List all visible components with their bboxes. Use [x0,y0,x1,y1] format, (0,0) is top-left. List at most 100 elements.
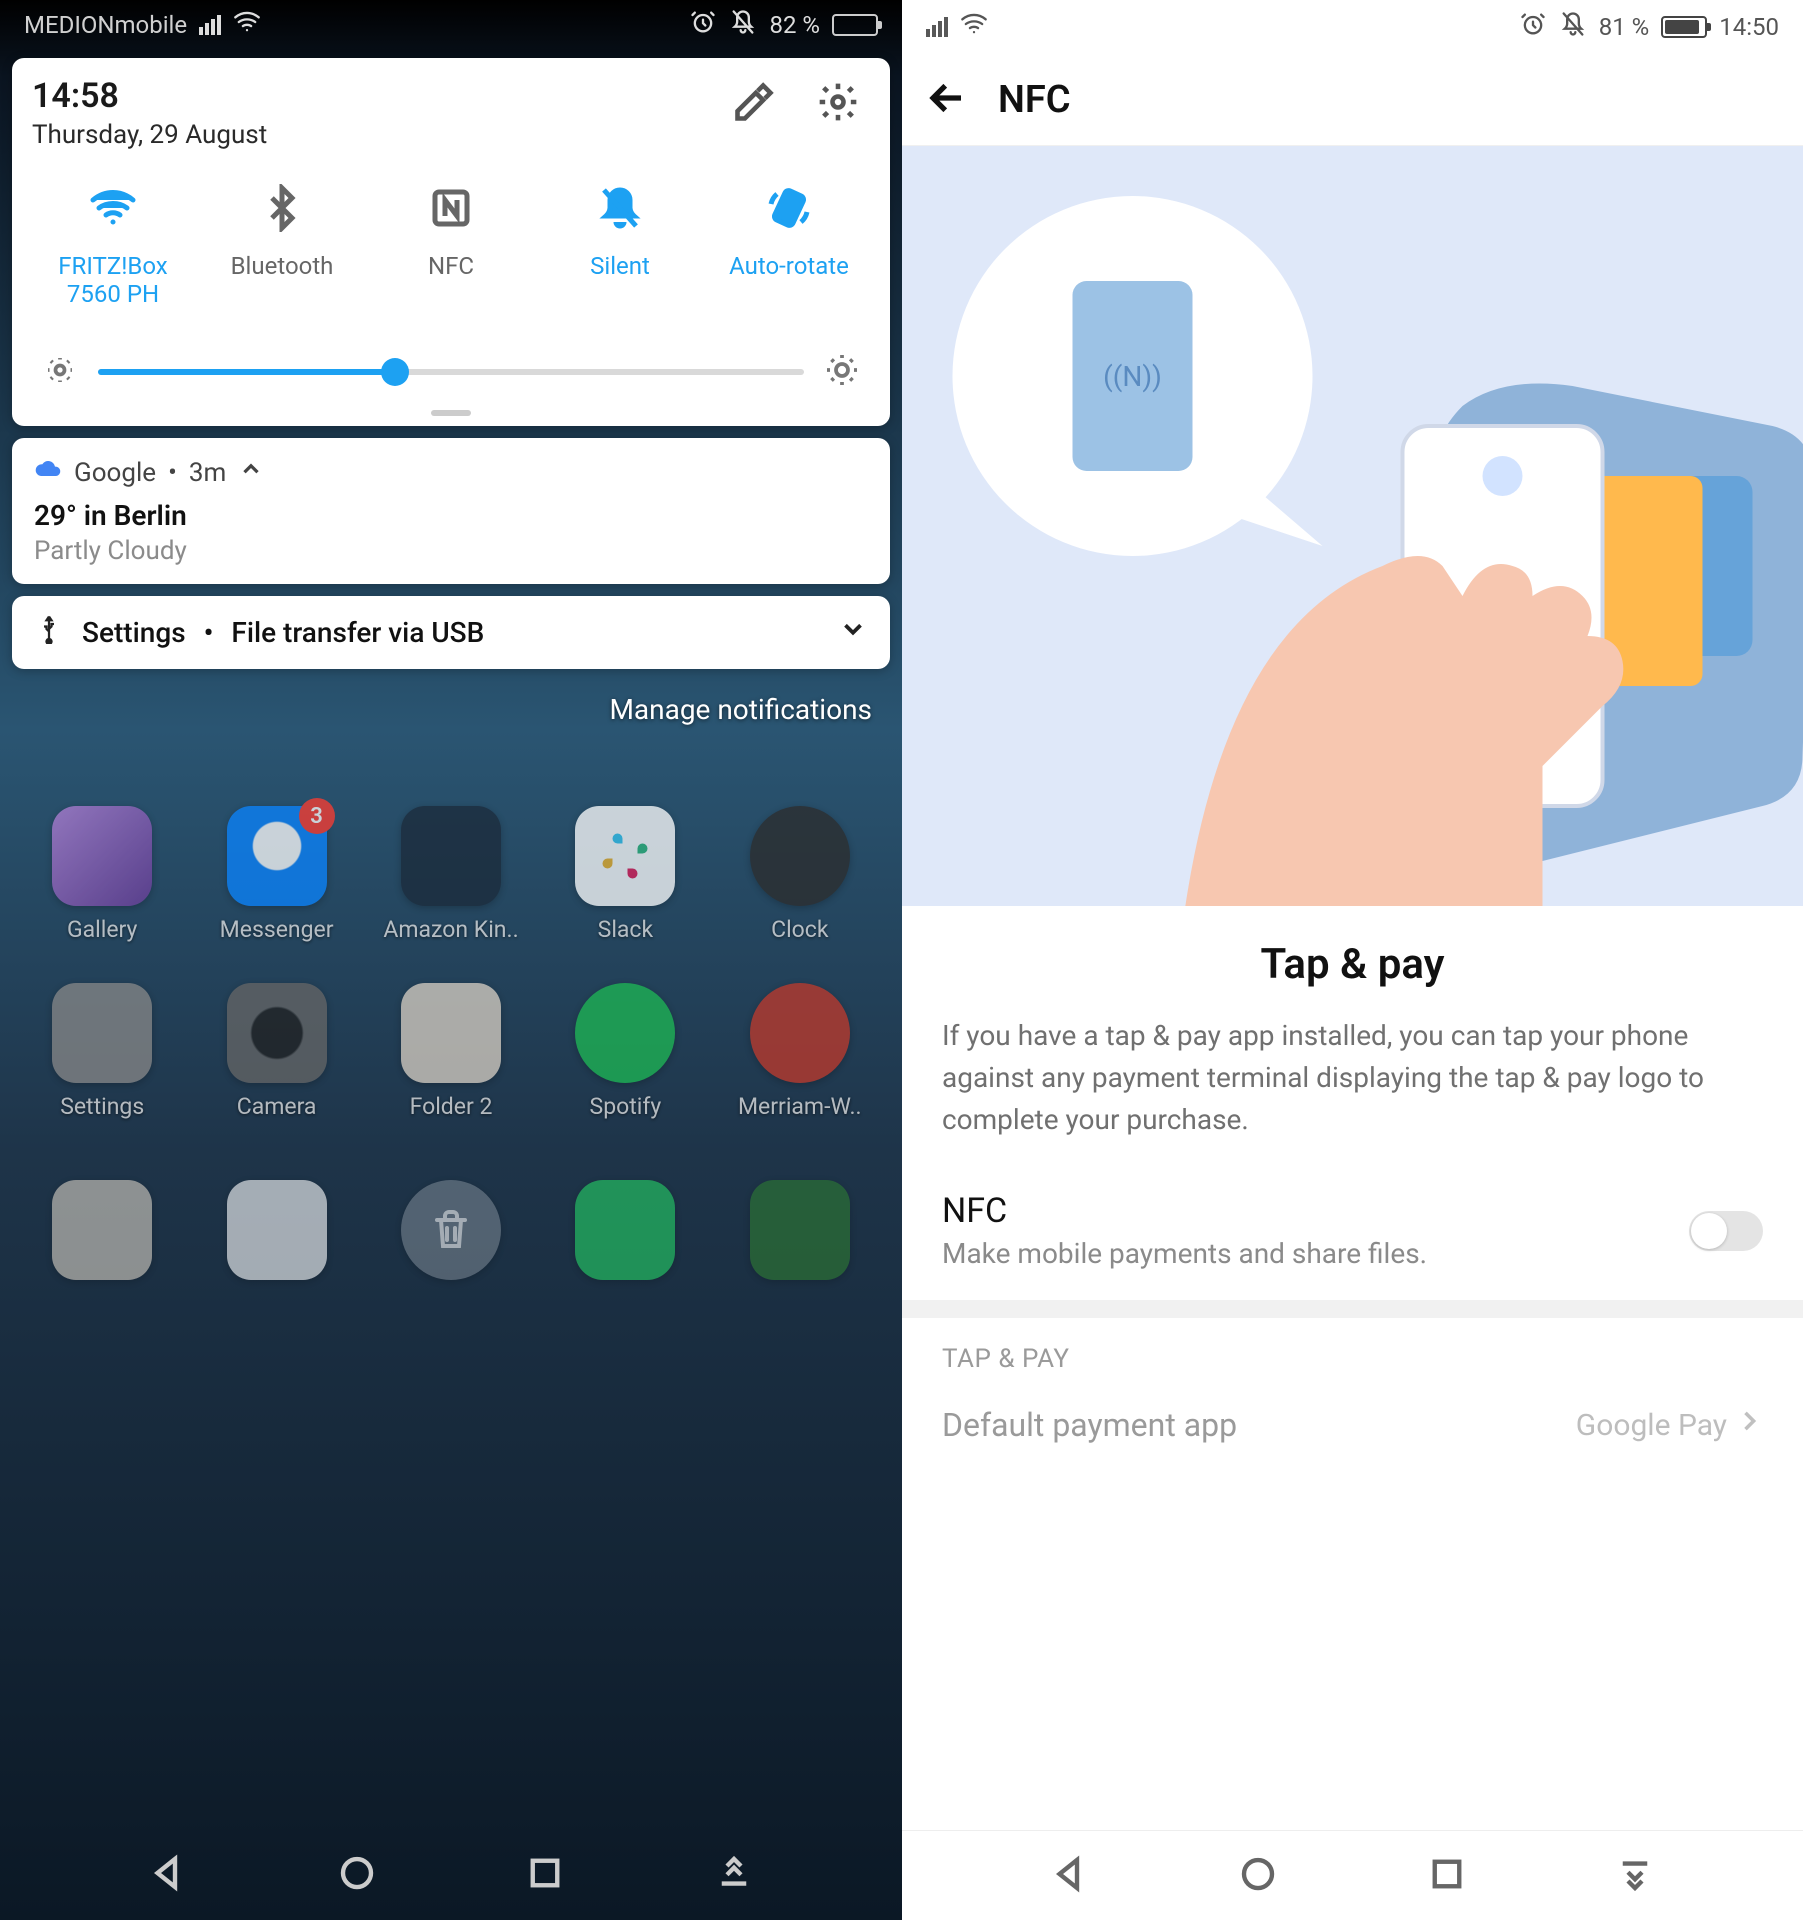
notification-usb[interactable]: Settings • File transfer via USB [12,596,890,669]
default-app-value: Google Pay [1576,1408,1727,1443]
chevron-right-icon [1735,1407,1763,1443]
carrier-label: MEDIONmobile [24,11,187,39]
app-clock[interactable]: Clock [718,806,882,943]
clock: 14:50 [1719,13,1779,41]
nfc-toggle-row[interactable]: NFC Make mobile payments and share files… [902,1181,1803,1300]
app-icon [750,806,850,906]
dock-play-store[interactable] [194,1180,358,1280]
app-camera[interactable]: Camera [194,983,358,1120]
dock-folder-google[interactable] [20,1180,184,1280]
cellular-signal-icon [926,17,948,37]
app-label: Slack [598,916,653,943]
toggle-silent[interactable]: Silent [545,182,695,308]
app-icon [52,1180,152,1280]
nav-collapse[interactable] [713,1852,755,1898]
tap-pay-illustration: ((N)) [902,146,1803,906]
app-label: Folder 2 [410,1093,493,1120]
quicksettings-panel[interactable]: 14:58 Thursday, 29 August FRITZ!Box 7560… [12,58,890,426]
qs-date: Thursday, 29 August [32,120,267,150]
nfc-subtitle: Make mobile payments and share files. [942,1237,1427,1270]
app-icon [575,806,675,906]
default-payment-app-row[interactable]: Default payment app Google Pay [902,1390,1803,1474]
app-icon [227,1180,327,1280]
brightness-fill [98,369,395,375]
app-folder2[interactable]: Folder 2 [369,983,533,1120]
toggle-thumb [1691,1213,1727,1249]
battery-icon [1661,16,1707,38]
nav-expand[interactable] [1614,1853,1656,1899]
chevron-down-icon[interactable] [838,614,868,651]
toggle-wifi-label: FRITZ!Box 7560 PH [38,252,188,308]
nav-home[interactable] [336,1852,378,1898]
nav-recent[interactable] [1426,1853,1468,1899]
toggle-wifi[interactable]: FRITZ!Box 7560 PH [38,182,188,308]
trash-icon [401,1180,501,1280]
bullet: • [204,616,214,649]
app-icon [750,1180,850,1280]
manage-notifications-link[interactable]: Manage notifications [0,669,902,726]
page-title: NFC [998,78,1071,122]
app-label: Amazon Kin.. [383,916,518,943]
wifi-icon [960,10,988,44]
chevron-up-icon[interactable] [238,456,264,489]
back-button[interactable] [926,77,968,123]
toggle-silent-label: Silent [590,252,650,280]
app-label: Settings [60,1093,144,1120]
app-label: Gallery [67,916,137,943]
app-gallery[interactable]: Gallery [20,806,184,943]
nav-recent[interactable] [524,1852,566,1898]
nav-back[interactable] [1049,1853,1091,1899]
toggle-autorotate[interactable]: Auto-rotate [714,182,864,308]
svg-text:((N)): ((N)) [1103,360,1162,393]
statusbar: 81 % 14:50 [902,0,1803,54]
home-grid: Gallery 3 Messenger Amazon Kin.. Slack C… [0,726,902,1150]
section-label: TAP & PAY [902,1318,1803,1390]
usb-icon [34,614,64,651]
app-label: Spotify [590,1093,662,1120]
app-settings[interactable]: Settings [20,983,184,1120]
qs-drag-handle[interactable] [431,410,471,416]
dock-trash[interactable] [369,1180,533,1280]
dock-phone[interactable] [718,1180,882,1280]
app-icon: 3 [227,806,327,906]
navbar [902,1830,1803,1920]
app-icon [401,983,501,1083]
dock-whatsapp[interactable] [543,1180,707,1280]
app-amazon-kindle[interactable]: Amazon Kin.. [369,806,533,943]
brightness-high-icon [824,352,860,392]
app-merriam[interactable]: Merriam-W.. [718,983,882,1120]
nfc-toggle[interactable] [1689,1211,1763,1251]
app-icon [750,983,850,1083]
divider [902,1300,1803,1318]
battery-icon [832,14,878,36]
edit-icon[interactable] [732,80,776,128]
notification-google-weather[interactable]: Google • 3m 29° in Berlin Partly Cloudy [12,438,890,584]
app-icon [575,983,675,1083]
nfc-title: NFC [942,1191,1427,1231]
silent-icon [594,182,646,234]
app-spotify[interactable]: Spotify [543,983,707,1120]
notification-app-name: Settings [82,616,186,649]
autorotate-icon [763,182,815,234]
nav-home[interactable] [1237,1853,1279,1899]
toggle-autorotate-label: Auto-rotate [729,252,849,280]
cloud-icon [34,457,62,488]
nav-back[interactable] [147,1852,189,1898]
toggle-bluetooth[interactable]: Bluetooth [207,182,357,308]
brightness-thumb[interactable] [381,358,409,386]
notification-body: Partly Cloudy [34,536,868,566]
brightness-slider[interactable] [42,352,860,392]
bullet: • [168,458,177,488]
nfc-icon [425,182,477,234]
brightness-track[interactable] [98,369,804,375]
notification-title: File transfer via USB [231,616,484,649]
phone-right: 81 % 14:50 NFC ((N)) T [902,0,1803,1920]
gear-icon[interactable] [816,80,860,128]
brightness-low-icon [42,352,78,392]
app-messenger[interactable]: 3 Messenger [194,806,358,943]
app-slack[interactable]: Slack [543,806,707,943]
app-label: Messenger [220,916,334,943]
toggle-nfc[interactable]: NFC [376,182,526,308]
battery-pct: 82 % [769,11,820,39]
wifi-icon [87,182,139,234]
